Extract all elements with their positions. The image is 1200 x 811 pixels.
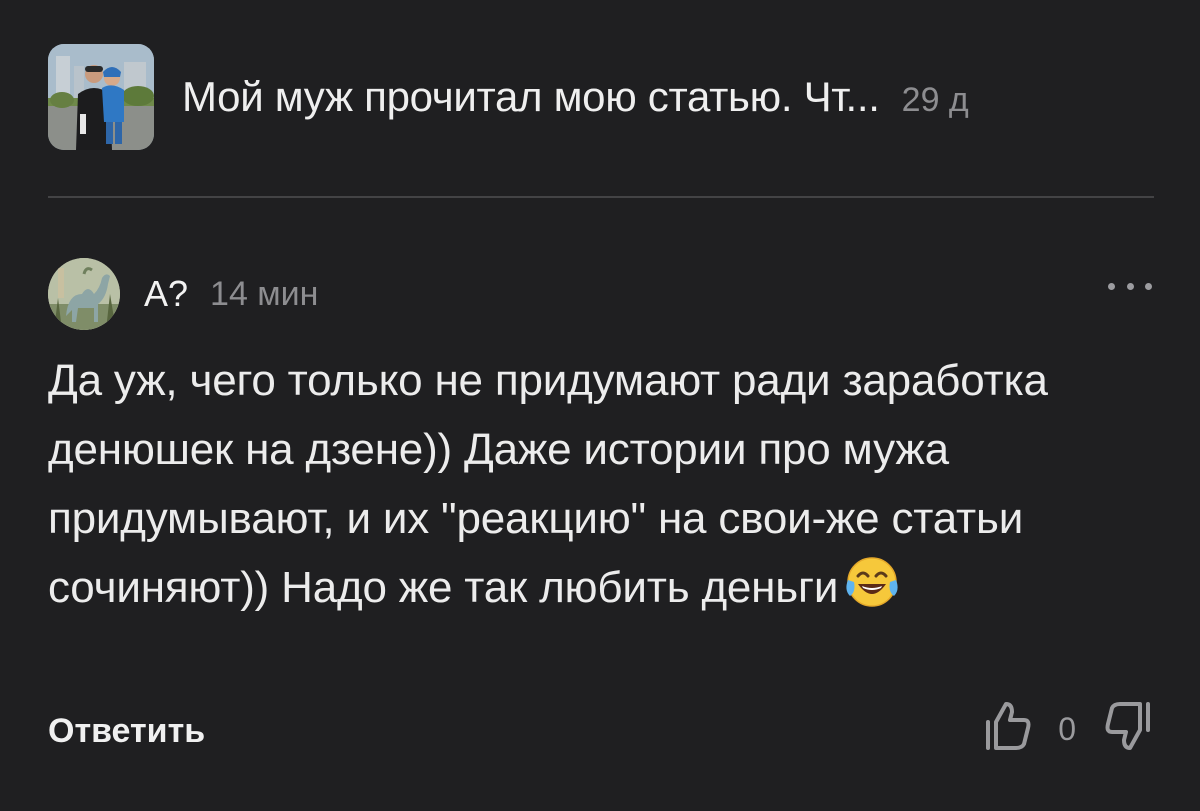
like-count: 0	[1058, 710, 1076, 747]
article-link[interactable]: Мой муж прочитал мою статью. Чт... 29 д	[48, 44, 1154, 150]
article-age: 29 д	[901, 80, 969, 119]
comment-time: 14 мин	[210, 274, 319, 313]
article-thumbnail	[48, 44, 154, 150]
like-button[interactable]	[982, 698, 1034, 754]
dislike-button[interactable]	[1102, 698, 1154, 754]
camel-avatar	[48, 258, 120, 330]
divider	[48, 196, 1154, 198]
more-options-button[interactable]	[1108, 276, 1152, 296]
article-photo	[48, 44, 154, 150]
more-dots-icon	[1126, 282, 1134, 290]
thumbs-down-icon	[1105, 702, 1150, 750]
reactions: 0	[982, 696, 1154, 756]
more-dots-icon	[1108, 282, 1115, 290]
face-with-tears-of-joy-icon	[844, 554, 900, 610]
more-dots-icon	[1145, 282, 1152, 290]
comment-header: А? 14 мин	[48, 258, 1154, 330]
comment-body: Да уж, чего только не придумают ради зар…	[48, 346, 1148, 622]
reply-button[interactable]: Ответить	[48, 712, 205, 751]
comment-author[interactable]: А?	[144, 273, 188, 315]
article-title[interactable]: Мой муж прочитал мою статью. Чт...	[182, 73, 880, 121]
thumbs-up-icon	[986, 702, 1031, 750]
avatar[interactable]	[48, 258, 120, 330]
